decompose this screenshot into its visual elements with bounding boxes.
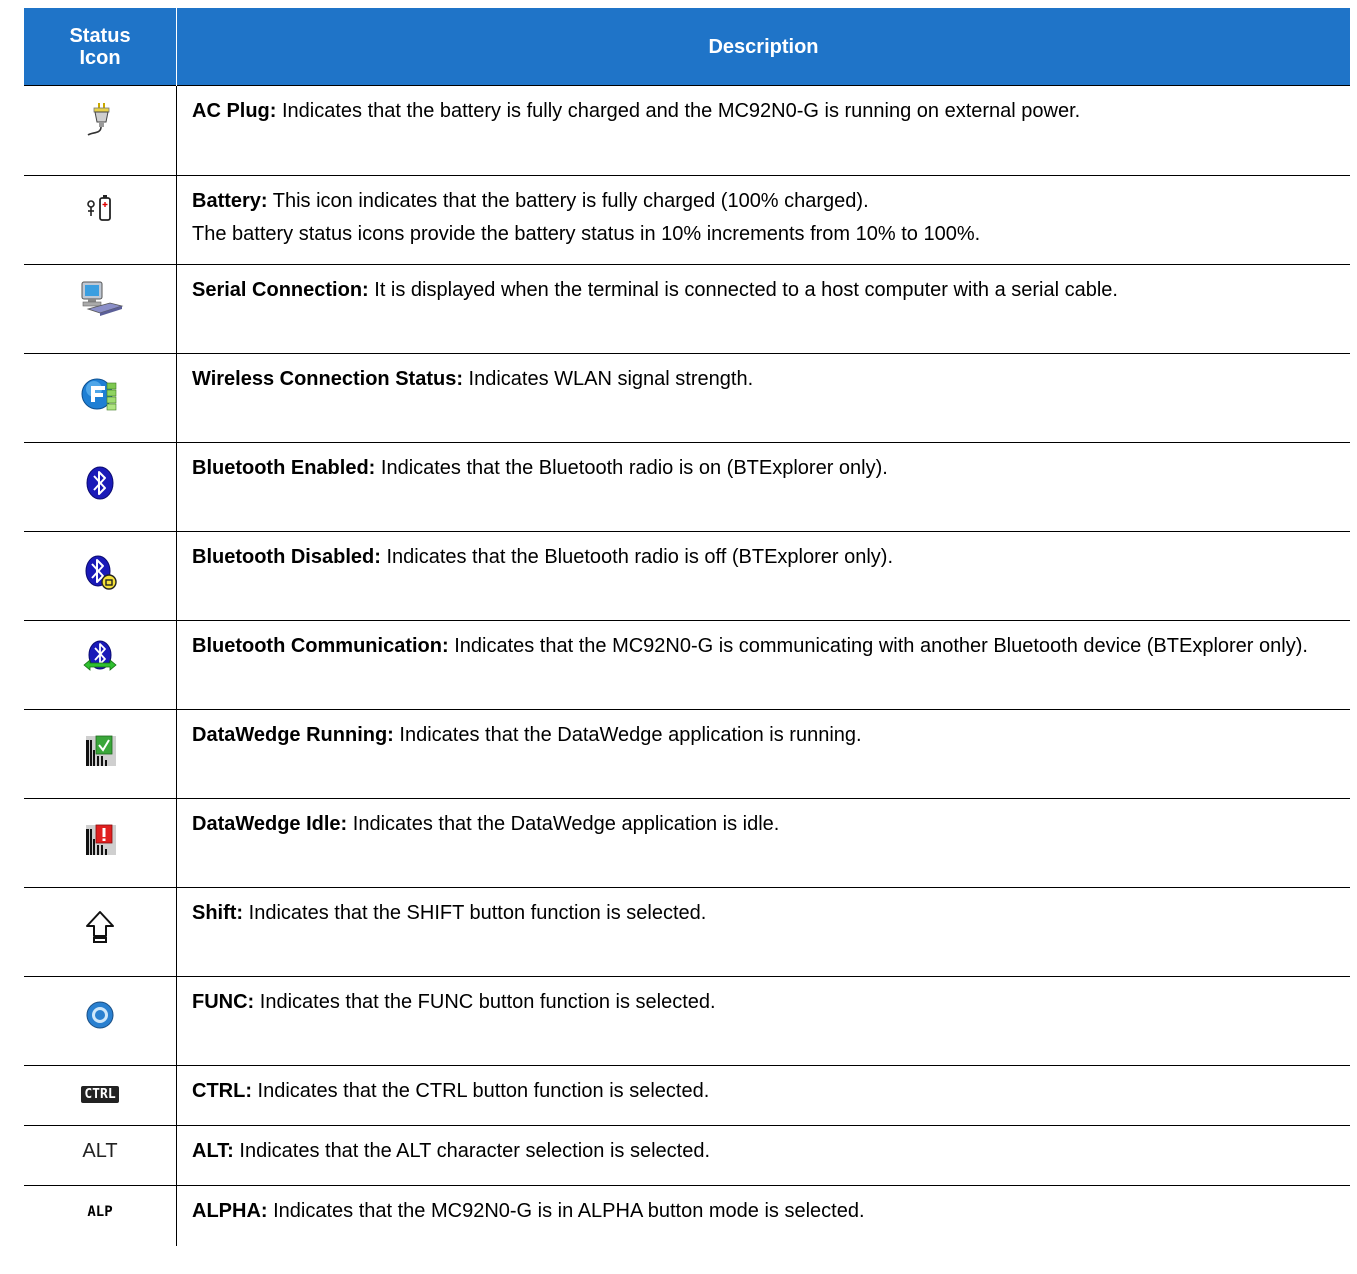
alp-icon: ALP [87, 1204, 113, 1220]
table-row: Bluetooth Disabled: Indicates that the B… [24, 531, 1350, 621]
row-description: Shift: Indicates that the SHIFT button f… [192, 899, 1340, 928]
table-header-row: Status Icon Description [24, 8, 1350, 86]
row-description: ALPHA: Indicates that the MC92N0-G is in… [192, 1197, 1340, 1226]
row-extra-text: The battery status icons provide the bat… [192, 223, 981, 245]
row-term: Shift: [192, 902, 244, 924]
row-description: Serial Connection: It is displayed when … [192, 276, 1340, 305]
table-row: DataWedge Idle: Indicates that the DataW… [24, 798, 1350, 888]
row-text: It is displayed when the terminal is con… [368, 279, 1118, 301]
row-term: DataWedge Idle: [192, 813, 348, 835]
datawedge-idle-icon [80, 819, 120, 859]
row-text: Indicates that the MC92N0-G is communica… [448, 635, 1308, 657]
row-text: Indicates that the DataWedge application… [393, 724, 862, 746]
row-description: DataWedge Idle: Indicates that the DataW… [192, 810, 1340, 839]
bluetooth-enabled-icon [80, 463, 120, 503]
row-description: Bluetooth Communication: Indicates that … [192, 632, 1340, 661]
table-row: ALT ALT: Indicates that the ALT characte… [24, 1125, 1350, 1186]
row-description: Battery: This icon indicates that the ba… [192, 187, 1340, 216]
row-description: CTRL: Indicates that the CTRL button fun… [192, 1077, 1340, 1106]
shift-icon [80, 906, 120, 946]
row-description: ALT: Indicates that the ALT character se… [192, 1137, 1340, 1166]
row-text: Indicates that the ALT character selecti… [233, 1140, 711, 1162]
bluetooth-communication-icon [80, 637, 120, 677]
table-row: Bluetooth Enabled: Indicates that the Bl… [24, 442, 1350, 532]
column-header-status-icon: Status Icon [24, 8, 177, 86]
row-term: Bluetooth Enabled: [192, 457, 376, 479]
table-row: Serial Connection: It is displayed when … [24, 264, 1350, 354]
row-text: Indicates that the DataWedge application… [347, 813, 780, 835]
row-description: FUNC: Indicates that the FUNC button fun… [192, 988, 1340, 1017]
row-text: This icon indicates that the battery is … [267, 190, 869, 212]
row-term: Serial Connection: [192, 279, 369, 301]
row-description: AC Plug: Indicates that the battery is f… [192, 97, 1340, 126]
datawedge-running-icon [80, 730, 120, 770]
table-row: FUNC: Indicates that the FUNC button fun… [24, 976, 1350, 1066]
table-row: Bluetooth Communication: Indicates that … [24, 620, 1350, 710]
row-text: Indicates WLAN signal strength. [462, 368, 754, 390]
row-text: Indicates that the SHIFT button function… [243, 902, 707, 924]
row-description: DataWedge Running: Indicates that the Da… [192, 721, 1340, 750]
row-term: AC Plug: [192, 100, 277, 122]
row-description: Bluetooth Enabled: Indicates that the Bl… [192, 454, 1340, 483]
row-term: Bluetooth Disabled: [192, 546, 381, 568]
table-row: CTRL CTRL: Indicates that the CTRL butto… [24, 1065, 1350, 1126]
table-row: DataWedge Running: Indicates that the Da… [24, 709, 1350, 799]
row-term: CTRL: [192, 1080, 252, 1102]
battery-icon [80, 190, 120, 230]
row-description: Bluetooth Disabled: Indicates that the B… [192, 543, 1340, 572]
row-term: FUNC: [192, 991, 255, 1013]
ctrl-icon: CTRL [81, 1086, 119, 1103]
column-header-status-icon-line2: Icon [79, 46, 121, 69]
row-term: Bluetooth Communication: [192, 635, 449, 657]
row-text: Indicates that the FUNC button function … [254, 991, 716, 1013]
serial-connection-icon [74, 279, 126, 319]
row-term: Battery: [192, 190, 268, 212]
column-header-description: Description [176, 8, 1350, 86]
func-icon [80, 995, 120, 1035]
row-term: ALPHA: [192, 1200, 268, 1222]
table-row: Wireless Connection Status: Indicates WL… [24, 353, 1350, 443]
row-text: Indicates that the battery is fully char… [276, 100, 1081, 122]
table-row: Battery: This icon indicates that the ba… [24, 175, 1350, 265]
row-term: Wireless Connection Status: [192, 368, 463, 390]
row-term: DataWedge Running: [192, 724, 394, 746]
bluetooth-disabled-icon [80, 552, 120, 592]
row-term: ALT: [192, 1140, 234, 1162]
ac-plug-icon [80, 100, 120, 140]
row-text: Indicates that the CTRL button function … [251, 1080, 710, 1102]
row-description: Wireless Connection Status: Indicates WL… [192, 365, 1340, 394]
column-header-status-icon-line1: Status [69, 24, 131, 47]
table-row: ALP ALPHA: Indicates that the MC92N0-G i… [24, 1185, 1350, 1246]
table-row: AC Plug: Indicates that the battery is f… [24, 85, 1350, 176]
wireless-connection-icon [80, 374, 120, 414]
row-text: Indicates that the Bluetooth radio is of… [380, 546, 894, 568]
table-row: Shift: Indicates that the SHIFT button f… [24, 887, 1350, 977]
row-text: Indicates that the MC92N0-G is in ALPHA … [267, 1200, 865, 1222]
alt-icon: ALT [82, 1140, 118, 1162]
status-icon-table: Status Icon Description AC Plug: Indicat… [24, 8, 1350, 1246]
row-text: Indicates that the Bluetooth radio is on… [375, 457, 888, 479]
